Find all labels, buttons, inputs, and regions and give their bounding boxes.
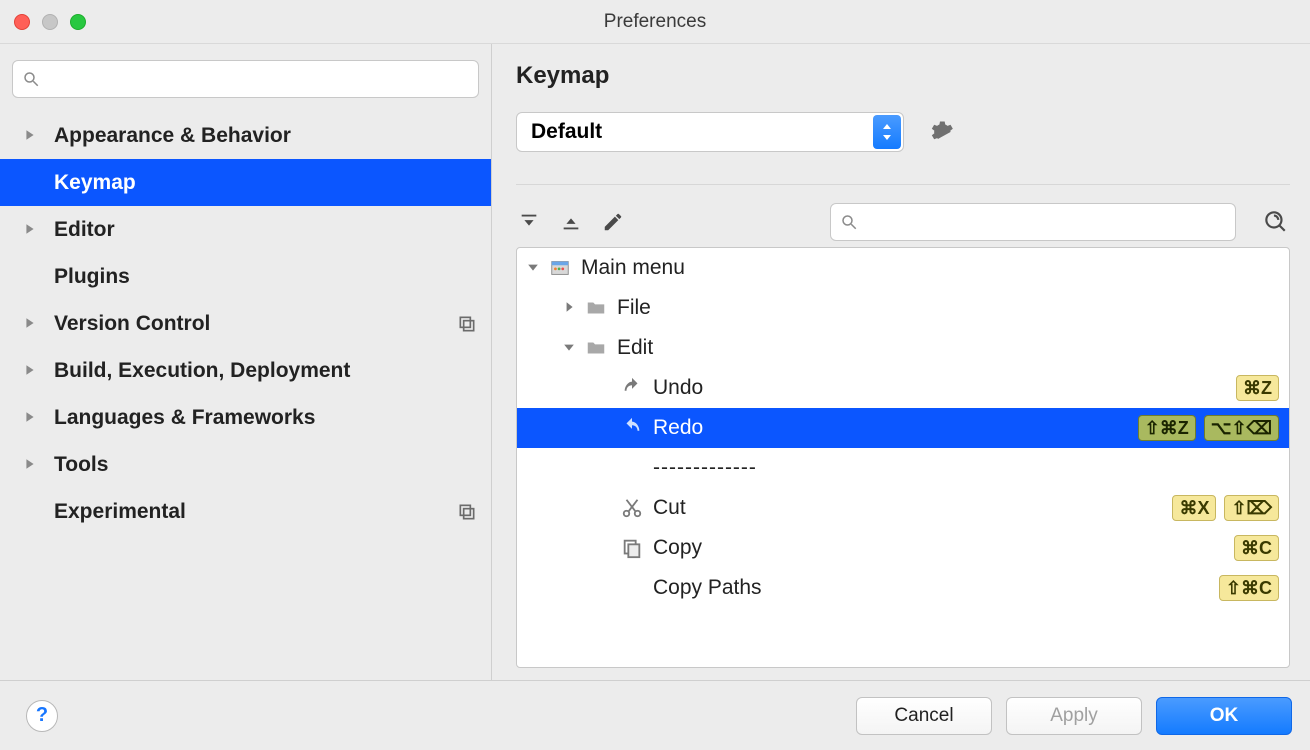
tree-row-label: Main menu: [581, 256, 685, 280]
sidebar-item-label: Appearance & Behavior: [54, 124, 291, 148]
cut-icon: [621, 497, 643, 519]
tree-row-label: Copy Paths: [653, 576, 762, 600]
keymap-scheme-value: Default: [531, 120, 602, 144]
shortcut-badges: ⌘C: [1234, 535, 1279, 561]
shortcut-badges: ⇧⌘Z ⌥⇧⌫: [1138, 415, 1279, 441]
dialog-footer: ? Cancel Apply OK: [0, 680, 1310, 750]
disclosure-arrow-icon: [24, 411, 38, 425]
tree-row-label: Undo: [653, 376, 703, 400]
sidebar-item-appearance-behavior[interactable]: Appearance & Behavior: [0, 112, 491, 159]
folder-icon: [585, 337, 607, 359]
tree-row-cut[interactable]: Cut ⌘X ⇧⌦: [517, 488, 1289, 528]
copy-icon: [621, 537, 643, 559]
main-menu-icon: [549, 257, 571, 279]
shortcut-badge: ⌘C: [1234, 535, 1279, 561]
search-icon: [22, 70, 40, 88]
disclosure-arrow-icon: [24, 129, 38, 143]
tree-row-main-menu[interactable]: Main menu: [517, 248, 1289, 288]
project-scope-icon: [457, 314, 477, 334]
tree-row-label: File: [617, 296, 651, 320]
tree-arrow-icon: [527, 261, 541, 275]
shortcut-badges: ⌘X ⇧⌦: [1172, 495, 1279, 521]
project-scope-icon: [457, 502, 477, 522]
sidebar-item-build-execution-deployment[interactable]: Build, Execution, Deployment: [0, 347, 491, 394]
panel-title: Keymap: [516, 62, 1290, 90]
search-icon: [840, 213, 858, 231]
sidebar-item-tools[interactable]: Tools: [0, 441, 491, 488]
tree-row-redo[interactable]: Redo ⇧⌘Z ⌥⇧⌫: [517, 408, 1289, 448]
folder-icon: [585, 297, 607, 319]
keymap-search-input[interactable]: [830, 203, 1236, 241]
find-by-shortcut-button[interactable]: [1262, 208, 1290, 236]
sidebar-search-input[interactable]: [12, 60, 479, 98]
keymap-scheme-select[interactable]: Default: [516, 112, 904, 152]
keymap-tree[interactable]: Main menu File EditUndo ⌘Z Redo ⇧⌘Z ⌥⇧⌫ -------…: [516, 247, 1290, 668]
tree-row-undo[interactable]: Undo ⌘Z: [517, 368, 1289, 408]
tree-row-label: Copy: [653, 536, 702, 560]
tree-arrow-icon: [563, 301, 577, 315]
edit-shortcut-button[interactable]: [600, 209, 626, 235]
disclosure-arrow-icon: [24, 458, 38, 472]
sidebar-item-experimental[interactable]: Experimental: [0, 488, 491, 535]
titlebar: Preferences: [0, 0, 1310, 44]
window-title: Preferences: [0, 11, 1310, 33]
sidebar-item-label: Tools: [54, 453, 108, 477]
disclosure-arrow-icon: [24, 317, 38, 331]
tree-row-label: -------------: [653, 456, 757, 480]
undo-icon: [621, 377, 643, 399]
disclosure-arrow-icon: [24, 223, 38, 237]
expand-all-button[interactable]: [516, 209, 542, 235]
shortcut-badge: ⇧⌘Z: [1138, 415, 1196, 441]
sidebar-item-label: Build, Execution, Deployment: [54, 359, 350, 383]
tree-row-copy-paths[interactable]: Copy Paths ⇧⌘C: [517, 568, 1289, 608]
shortcut-badges: ⌘Z: [1236, 375, 1279, 401]
shortcut-badge: ⌥⇧⌫: [1204, 415, 1279, 441]
sidebar-item-editor[interactable]: Editor: [0, 206, 491, 253]
help-button[interactable]: ?: [26, 700, 58, 732]
select-caret-icon: [873, 115, 901, 149]
tree-row-edit[interactable]: Edit: [517, 328, 1289, 368]
sidebar-item-label: Version Control: [54, 312, 210, 336]
tree-row-label: Redo: [653, 416, 703, 440]
sidebar-item-label: Editor: [54, 218, 115, 242]
apply-button[interactable]: Apply: [1006, 697, 1142, 735]
tree-row-label: Edit: [617, 336, 653, 360]
sidebar-item-label: Plugins: [54, 265, 130, 289]
tree-separator[interactable]: -------------: [517, 448, 1289, 488]
redo-icon: [621, 417, 643, 439]
tree-row-copy[interactable]: Copy ⌘C: [517, 528, 1289, 568]
sidebar-item-label: Experimental: [54, 500, 186, 524]
shortcut-badge: ⇧⌘C: [1219, 575, 1279, 601]
cancel-button[interactable]: Cancel: [856, 697, 992, 735]
shortcut-badge: ⇧⌦: [1224, 495, 1279, 521]
shortcut-badge: ⌘X: [1172, 495, 1216, 521]
sidebar-item-plugins[interactable]: Plugins: [0, 253, 491, 300]
settings-panel: Keymap Default: [492, 44, 1310, 680]
collapse-all-button[interactable]: [558, 209, 584, 235]
sidebar-item-keymap[interactable]: Keymap: [0, 159, 491, 206]
sidebar-item-version-control[interactable]: Version Control: [0, 300, 491, 347]
shortcut-badge: ⌘Z: [1236, 375, 1279, 401]
tree-row-file[interactable]: File: [517, 288, 1289, 328]
settings-sidebar: Appearance & Behavior Keymap Editor Plugins…: [0, 44, 492, 680]
tree-row-label: Cut: [653, 496, 686, 520]
disclosure-arrow-icon: [24, 364, 38, 378]
sidebar-item-label: Keymap: [54, 171, 136, 195]
shortcut-badges: ⇧⌘C: [1219, 575, 1279, 601]
tree-arrow-icon: [563, 341, 577, 355]
sidebar-item-languages-frameworks[interactable]: Languages & Frameworks: [0, 394, 491, 441]
ok-button[interactable]: OK: [1156, 697, 1292, 735]
sidebar-item-label: Languages & Frameworks: [54, 406, 315, 430]
scheme-actions-gear-icon[interactable]: [926, 118, 954, 146]
